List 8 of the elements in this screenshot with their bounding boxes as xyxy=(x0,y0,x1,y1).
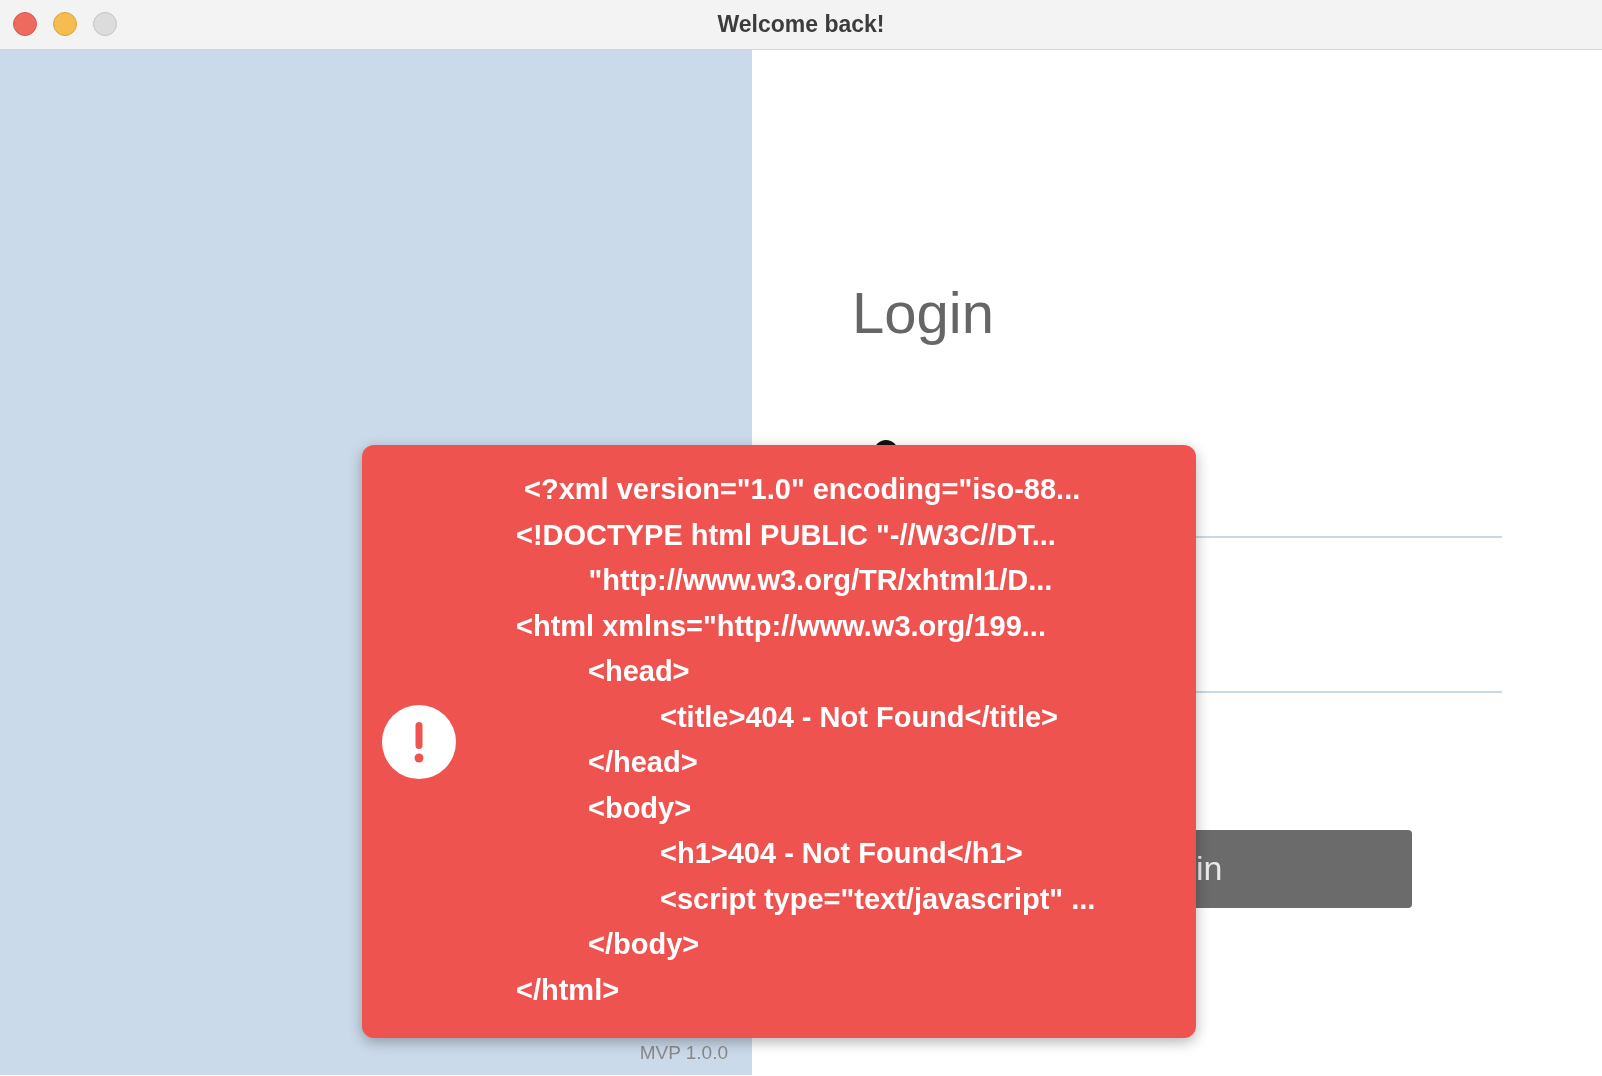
window-title: Welcome back! xyxy=(717,10,885,40)
version-label: MVP 1.0.0 xyxy=(639,1040,729,1065)
login-heading: Login xyxy=(852,279,995,347)
error-message: <?xml version="1.0" encoding="iso-88... <!DOCTYPE html PUBLIC "-//W3C//DT... "http://www.w3.org/TR/xhtml1/D... <html xmlns="http://www.w3.org/199... <head> <title>404 - Not Found</title> </head> <body> <h1>404 - Not Found</h1> <script type="text/javascript" ... </body> </html> xyxy=(516,472,1096,1008)
exclamation-icon xyxy=(382,705,456,779)
minimize-button[interactable] xyxy=(53,12,77,36)
close-button[interactable] xyxy=(13,12,37,36)
zoom-button[interactable] xyxy=(93,12,117,36)
